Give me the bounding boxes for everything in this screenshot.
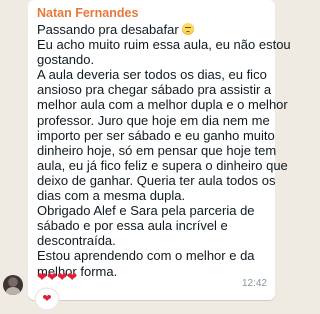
- message-line: deixo de ganhar. Queria ter aula todos o…: [37, 172, 276, 188]
- message-line: professor. Juro que hoje em dia nem me: [37, 112, 270, 128]
- message-line: dias com a mesma dupla.: [37, 188, 186, 204]
- message-line: descontraída.: [37, 233, 116, 249]
- message-line: Estou aprendendo com o melhor e da: [37, 248, 255, 264]
- sender-name[interactable]: Natan Fernandes: [37, 6, 266, 21]
- message-line: Eu acho muito ruim essa aula, eu não est…: [37, 37, 291, 53]
- message-line-text: Passando pra desabafar: [37, 22, 179, 37]
- message-line: ansioso pra chegar sábado pra assistir a: [37, 82, 272, 98]
- message-timestamp: 12:42: [241, 278, 267, 289]
- chat-area: Natan Fernandes Passando pra desabafar E…: [0, 0, 291, 314]
- message-line: A aula deveria ser todos os dias, eu fic…: [37, 67, 267, 83]
- heart-reaction-badge[interactable]: ❤: [36, 289, 58, 309]
- message-line: gostando.: [37, 52, 95, 68]
- message-line: melhor aula com a melhor dupla e o melho…: [37, 97, 288, 113]
- message-bubble[interactable]: Natan Fernandes Passando pra desabafar E…: [28, 0, 291, 300]
- message-line: Obrigado Alef e Sara pela parceria de: [37, 203, 255, 219]
- sad-face-emoji-icon: [181, 23, 194, 35]
- message-line: dinheiro hoje, só em pensar que hoje tem: [37, 142, 277, 158]
- sender-avatar[interactable]: [3, 275, 23, 295]
- message-line: aula, eu já fico feliz e supera o dinhei…: [37, 157, 288, 173]
- hearts-emoji-row: ❤❤❤❤: [37, 270, 78, 284]
- message-line: importo per ser sábado e eu ganho muito: [37, 127, 275, 143]
- message-line: Passando pra desabafar: [37, 22, 266, 37]
- message-line: sábado e por essa aula incrível e: [37, 218, 228, 234]
- message-text: Passando pra desabafar Eu acho muito rui…: [37, 22, 291, 279]
